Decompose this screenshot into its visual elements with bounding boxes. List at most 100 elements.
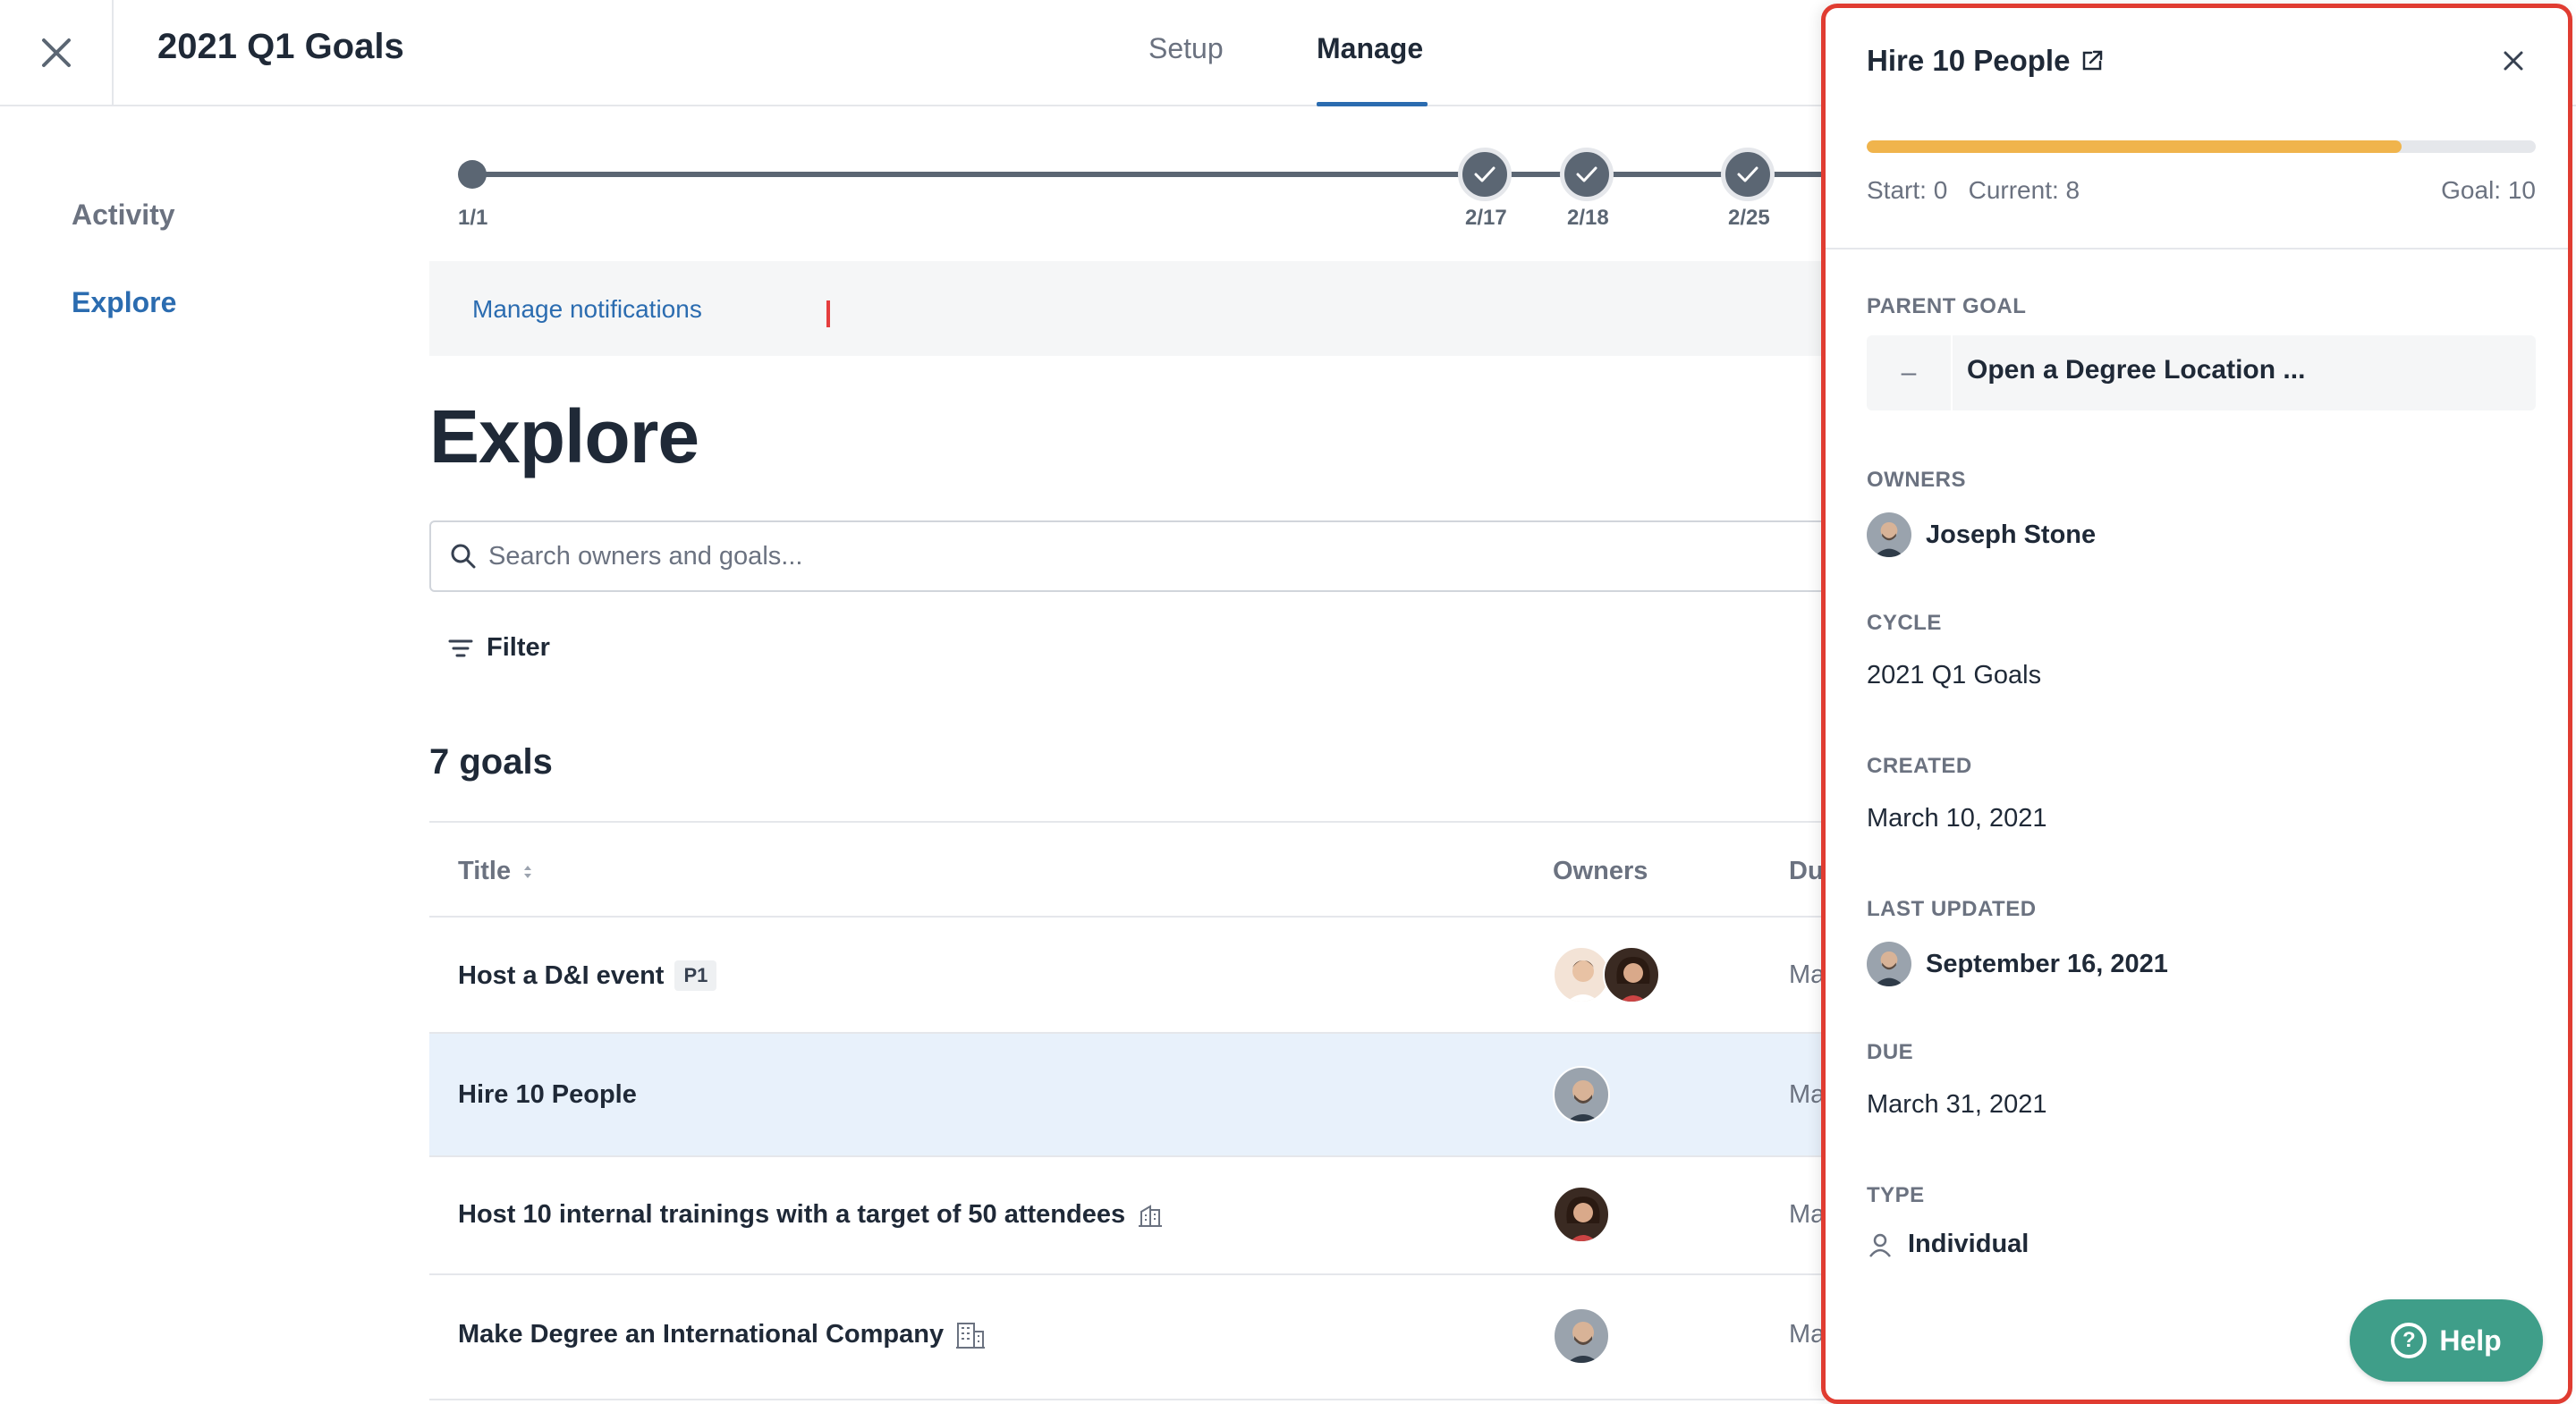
check-icon: [1474, 166, 1496, 182]
last-updated-value: September 16, 2021: [1867, 942, 2168, 986]
goal-title[interactable]: Hire 10 People: [458, 1080, 637, 1110]
notifications-banner: Manage notifications: [429, 261, 1825, 356]
avatar[interactable]: [1553, 1186, 1610, 1243]
table-header: Title Owners Du: [429, 821, 1825, 918]
progress-range: Start: 0 Current: 8 Goal: 10: [1867, 176, 2536, 205]
created-value: March 10, 2021: [1867, 804, 2047, 833]
goal-title[interactable]: Make Degree an International Company: [458, 1320, 944, 1349]
timeline-start-label: 1/1: [458, 206, 488, 230]
cycle-label: CYCLE: [1867, 611, 1942, 635]
text-cursor: [826, 300, 830, 327]
due-cell: Ma: [1789, 1200, 1826, 1229]
panel-divider: [1826, 248, 2568, 250]
filter-button[interactable]: Filter: [447, 633, 550, 663]
timeline-checkpoint[interactable]: [1721, 148, 1775, 201]
due-cell: Ma: [1789, 960, 1826, 989]
last-updated-label: LAST UPDATED: [1867, 897, 2037, 921]
due-cell: Ma: [1789, 1080, 1826, 1109]
sidebar-item-activity[interactable]: Activity: [72, 199, 175, 232]
panel-close-icon[interactable]: [2502, 49, 2525, 77]
avatar[interactable]: [1553, 946, 1610, 1003]
external-link-icon[interactable]: [2080, 49, 2104, 72]
tab-manage[interactable]: Manage: [1317, 32, 1423, 65]
column-title[interactable]: Title: [458, 857, 534, 886]
avatar[interactable]: [1867, 942, 1911, 986]
goal-title-cell: Host a D&I event P1: [458, 960, 717, 991]
tab-setup[interactable]: Setup: [1148, 32, 1224, 65]
avatar[interactable]: [1553, 1066, 1610, 1123]
filter-icon: [448, 639, 473, 656]
progress-goal: Goal: 10: [2441, 176, 2536, 204]
column-owners[interactable]: Owners: [1553, 857, 1648, 886]
priority-tag: P1: [674, 960, 717, 991]
last-updated-date: September 16, 2021: [1926, 949, 2168, 978]
column-due[interactable]: Du: [1789, 857, 1824, 886]
timeline-checkpoint-label: 2/25: [1728, 206, 1770, 230]
goal-count: 7 goals: [429, 742, 553, 782]
active-tab-indicator: [1317, 102, 1428, 106]
help-icon: ?: [2391, 1323, 2428, 1358]
table-row[interactable]: Host a D&I event P1 Ma: [429, 918, 1825, 1034]
owners-cell: [1553, 1066, 1610, 1123]
parent-goal-label: PARENT GOAL: [1867, 294, 2027, 318]
due-cell: Ma: [1789, 1320, 1826, 1349]
owners-cell: [1553, 1186, 1610, 1243]
search-icon: [449, 542, 478, 575]
timeline-checkpoint-label: 2/17: [1465, 206, 1507, 230]
avatar[interactable]: [1553, 1307, 1610, 1365]
type-value: Individual: [1867, 1230, 2029, 1259]
progress-fill: [1867, 140, 2402, 153]
type-label: TYPE: [1867, 1183, 1925, 1207]
manage-notifications-link[interactable]: Manage notifications: [472, 295, 702, 324]
panel-title-text: Hire 10 People: [1867, 44, 2071, 77]
timeline-track: [472, 172, 1850, 177]
page-title: Explore: [429, 394, 699, 478]
owner-value: Joseph Stone: [1867, 512, 2096, 557]
progress-start: Start: 0: [1867, 176, 1948, 204]
sort-icon: [524, 865, 532, 878]
goal-title-cell: Hire 10 People: [458, 1080, 637, 1110]
sidebar-item-explore[interactable]: Explore: [72, 286, 176, 319]
goal-detail-panel: Hire 10 People Start: 0 Current: 8 Goal:…: [1821, 4, 2572, 1404]
owners-cell: [1553, 946, 1660, 1003]
table-row[interactable]: Hire 10 People Ma: [429, 1034, 1825, 1157]
department-icon: [1139, 1204, 1163, 1227]
timeline-checkpoint[interactable]: [1560, 148, 1614, 201]
search-input[interactable]: [488, 538, 1741, 574]
goal-title[interactable]: Host a D&I event: [458, 961, 664, 991]
table-row[interactable]: Host 10 internal trainings with a target…: [429, 1157, 1825, 1275]
goal-title[interactable]: Host 10 internal trainings with a target…: [458, 1200, 1125, 1230]
parent-goal-progress: –: [1867, 335, 1953, 410]
progress-bar: [1867, 140, 2536, 153]
close-icon[interactable]: [0, 0, 114, 105]
search-box: [429, 520, 1843, 592]
owners-label: OWNERS: [1867, 468, 1966, 492]
timeline-checkpoint[interactable]: [1458, 148, 1512, 201]
person-icon: [1869, 1233, 1891, 1257]
timeline-start-marker[interactable]: [458, 160, 487, 189]
timeline-checkpoint-label: 2/18: [1567, 206, 1609, 230]
owner-name[interactable]: Joseph Stone: [1926, 520, 2096, 550]
help-button[interactable]: ? Help: [2350, 1299, 2543, 1382]
cycle-title: 2021 Q1 Goals: [157, 27, 404, 66]
owners-cell: [1553, 1307, 1610, 1365]
progress-current: Current: 8: [1968, 176, 2080, 204]
filter-label: Filter: [487, 633, 550, 662]
cycle-value: 2021 Q1 Goals: [1867, 661, 2042, 689]
check-icon: [1737, 166, 1758, 182]
goals-table: Title Owners Du Host a D&I event P1 Ma H…: [429, 821, 1825, 1400]
avatar[interactable]: [1867, 512, 1911, 557]
column-title-label: Title: [458, 857, 512, 885]
type-text: Individual: [1908, 1230, 2029, 1258]
parent-goal-name[interactable]: Open a Degree Location ...: [1967, 355, 2305, 385]
panel-title: Hire 10 People: [1867, 44, 2104, 78]
parent-goal-box[interactable]: – Open a Degree Location ...: [1867, 335, 2536, 410]
due-label: DUE: [1867, 1040, 1914, 1064]
goal-title-cell: Make Degree an International Company: [458, 1320, 987, 1349]
due-value: March 31, 2021: [1867, 1090, 2047, 1119]
company-icon: [956, 1322, 986, 1349]
avatar[interactable]: [1603, 946, 1660, 1003]
created-label: CREATED: [1867, 754, 1972, 778]
goal-title-cell: Host 10 internal trainings with a target…: [458, 1200, 1165, 1230]
table-row[interactable]: Make Degree an International Company Ma: [429, 1275, 1825, 1400]
